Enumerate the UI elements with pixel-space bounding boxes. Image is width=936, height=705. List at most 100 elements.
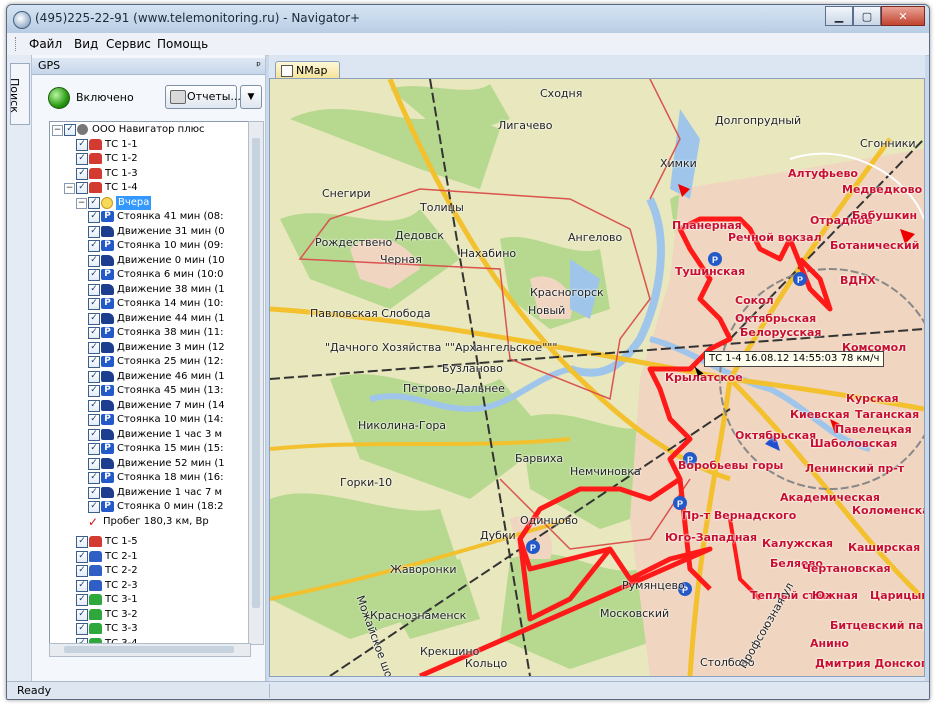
map-label: Горки-10 (340, 476, 393, 489)
map-label: Крылатское (665, 371, 743, 384)
map-label: Черная (380, 253, 422, 266)
parking-icon: P (101, 211, 114, 222)
checkbox[interactable]: ✓ (88, 428, 100, 441)
close-button[interactable]: ✕ (881, 6, 925, 26)
menu-file[interactable]: Файл (29, 37, 62, 51)
tree-horizontal-scrollbar[interactable] (49, 643, 251, 657)
tree-hscroll-thumb[interactable] (64, 646, 234, 653)
moving-car-icon (101, 254, 114, 266)
checkbox[interactable]: ✓ (76, 579, 88, 592)
expand-toggle-icon[interactable]: − (64, 183, 75, 194)
map-label: Химки (660, 157, 697, 170)
checkbox[interactable]: ✓ (76, 153, 88, 165)
checkbox[interactable]: ✓ (88, 240, 100, 252)
checkbox[interactable]: ✓ (88, 486, 100, 499)
checkbox[interactable]: ✓ (88, 356, 100, 368)
svg-text:P: P (712, 255, 718, 265)
checkbox[interactable]: ✓ (76, 138, 88, 151)
checkbox[interactable]: ✓ (88, 283, 100, 296)
expand-toggle-icon[interactable]: − (52, 125, 63, 136)
map-label: Речной вокзал (728, 231, 822, 244)
menu-view[interactable]: Вид (74, 37, 98, 51)
checkbox[interactable]: ✓ (76, 536, 88, 548)
checkbox[interactable]: ✓ (88, 341, 100, 354)
gps-panel-title: GPS (38, 59, 61, 72)
checkbox[interactable]: ✓ (88, 472, 100, 484)
checkbox[interactable]: ✓ (88, 385, 100, 397)
map-label: Нахабино (460, 247, 517, 260)
status-separator (269, 684, 270, 698)
map-label: Шаболовская (810, 437, 898, 450)
status-text: Ready (17, 684, 52, 697)
checkbox[interactable]: ✓ (88, 327, 100, 339)
vehicle-label: ТС 1-2 (105, 153, 138, 164)
vehicle-label: ТС 2-3 (105, 579, 138, 591)
reports-dropdown-button[interactable]: ▼ (240, 85, 262, 109)
tree-vertical-scrollbar[interactable] (248, 121, 264, 645)
expand-toggle-icon[interactable]: − (76, 197, 87, 209)
reports-button[interactable]: Отчеты... (165, 85, 241, 109)
event-label: Движение 52 мин (1 (117, 457, 225, 469)
window-controls: ▁ ▢ ✕ (825, 6, 925, 26)
checkbox[interactable]: ✓ (64, 124, 76, 136)
map-label: Новый (528, 304, 566, 317)
vehicle-label: ТС 3-1 (105, 594, 138, 605)
menu-grip (15, 37, 19, 51)
checkbox[interactable]: ✓ (88, 312, 100, 325)
event-label: Стоянка 15 мин (15: (117, 443, 224, 454)
checkbox[interactable]: ✓ (88, 196, 100, 209)
app-icon (13, 11, 31, 29)
search-tab[interactable]: Поиск (8, 63, 30, 125)
map-label: Краснознаменск (370, 609, 467, 622)
checkbox[interactable]: ✓ (88, 443, 100, 455)
checkbox[interactable]: ✓ (76, 167, 88, 180)
tree-scroll-thumb[interactable] (252, 138, 260, 608)
event-label: Стоянка 10 мин (14: (117, 414, 224, 425)
moving-car-icon (101, 370, 114, 382)
checkbox[interactable]: ✓ (76, 608, 88, 621)
menu-service[interactable]: Сервис (106, 37, 151, 51)
tab-nmap[interactable]: NMap (275, 61, 340, 78)
event-label: Стоянка 45 мин (13: (117, 385, 224, 396)
checkbox[interactable]: ✓ (76, 565, 88, 577)
vehicle-tooltip: ТС 1-4 16.08.12 14:55:03 78 км/ч (704, 351, 885, 367)
search-tab-label: Поиск (8, 78, 21, 113)
map-label: Сходня (540, 87, 583, 100)
map-label: Октябрьская (735, 312, 817, 325)
checkmark-icon: ✓ (88, 514, 99, 529)
checkbox[interactable]: ✓ (88, 254, 100, 267)
parking-icon: P (101, 472, 114, 483)
checkbox[interactable]: ✓ (88, 298, 100, 310)
event-label: Стоянка 25 мин (12: (117, 356, 224, 367)
vehicle-tree[interactable]: − ✓ ООО Навигатор плюс ✓ ТС 1-1 ✓ ТС 1-2 ✓ ТС 1-… (49, 121, 251, 645)
checkbox[interactable]: ✓ (76, 623, 88, 635)
checkbox[interactable]: ✓ (88, 269, 100, 281)
map-label: Толицы (420, 201, 464, 214)
pin-icon[interactable]: ᵖ (256, 59, 261, 72)
checkbox[interactable]: ✓ (76, 594, 88, 606)
map-label: Барвиха (515, 452, 564, 465)
checkbox[interactable]: ✓ (88, 399, 100, 412)
map-label: Южная (812, 589, 858, 602)
checkbox[interactable]: ✓ (88, 370, 100, 383)
checkbox[interactable]: ✓ (88, 225, 100, 238)
map-label: Павловская Слобода (310, 307, 431, 320)
maximize-button[interactable]: ▢ (853, 6, 881, 26)
event-label: Движение 0 мин (10 (117, 254, 225, 266)
checkbox[interactable]: ✓ (76, 182, 88, 194)
map-label: Ленинский пр-т (805, 462, 905, 475)
map-label: Дедовск (395, 229, 444, 242)
menu-help[interactable]: Помощь (157, 37, 208, 51)
map-view[interactable]: P P P P P P Сходня Лигачево Долгопрудный Хи… (269, 78, 925, 677)
checkbox[interactable]: ✓ (88, 457, 100, 470)
checkbox[interactable]: ✓ (88, 501, 100, 513)
minimize-button[interactable]: ▁ (825, 6, 853, 26)
parking-icon: P (101, 356, 114, 367)
vehicle-label: ТС 1-3 (105, 167, 138, 179)
checkbox[interactable]: ✓ (76, 550, 88, 563)
checkbox[interactable]: ✓ (88, 211, 100, 223)
map-label: Юго-Западная (665, 531, 758, 544)
event-label: Движение 46 мин (1 (117, 370, 225, 382)
parking-icon: P (101, 240, 114, 251)
checkbox[interactable]: ✓ (88, 414, 100, 426)
